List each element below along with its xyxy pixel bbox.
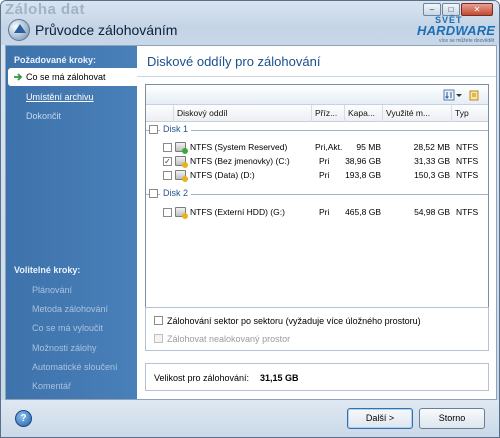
disk-checkbox[interactable] <box>149 189 158 198</box>
header-divider <box>137 76 496 77</box>
step-scheduling[interactable]: Plánování <box>32 285 72 295</box>
partition-flag: Pri <box>319 170 330 180</box>
partition-capacity: 193,8 GB <box>345 170 381 180</box>
backup-wizard-window: Záloha dat Průvodce zálohováním – □ ✕ SV… <box>0 0 500 438</box>
step-exclusions[interactable]: Co se má vyloučit <box>32 323 103 333</box>
partition-type: NTFS <box>456 207 479 217</box>
partition-list: Diskový oddíl Příz... Kapa... Využité m.… <box>145 84 489 340</box>
title-bar: Záloha dat Průvodce zálohováním – □ ✕ SV… <box>1 1 499 45</box>
partition-name: NTFS (System Reserved) <box>190 142 288 152</box>
partition-icon <box>175 170 188 182</box>
next-button[interactable]: Další > <box>347 408 413 429</box>
wizard-content: Požadované kroky: Co se má zálohovat Umí… <box>5 45 497 400</box>
help-icon[interactable]: ? <box>15 410 32 427</box>
page-title: Diskové oddíly pro zálohování <box>147 54 321 69</box>
column-partition[interactable]: Diskový oddíl <box>174 105 312 122</box>
sort-icon[interactable] <box>443 89 455 101</box>
main-panel: Diskové oddíly pro zálohování Diskový od… <box>137 46 496 399</box>
step-label: Co se má zálohovat <box>26 72 106 82</box>
disk-group-label: Disk 2 <box>160 188 192 198</box>
partition-checkbox[interactable]: ✓ <box>163 157 172 166</box>
column-used[interactable]: Využité m... <box>383 105 452 122</box>
step-backup-options[interactable]: Možnosti zálohy <box>32 343 97 353</box>
sector-by-sector-checkbox[interactable] <box>154 316 163 325</box>
disk-group-header: Disk 1 <box>146 124 488 137</box>
step-archive-location[interactable]: Umístění archivu <box>26 92 94 102</box>
partition-icon <box>175 142 188 154</box>
sector-by-sector-label: Zálohování sektor po sektoru (vyžaduje v… <box>167 316 421 326</box>
partition-row[interactable]: NTFS (Data) (D:) Pri 193,8 GB 150,3 GB N… <box>146 169 488 182</box>
partition-checkbox[interactable] <box>163 143 172 152</box>
arrow-right-icon <box>14 73 23 81</box>
partition-capacity: 95 MB <box>356 142 381 152</box>
step-finish[interactable]: Dokončit <box>26 111 61 121</box>
partition-checkbox[interactable] <box>163 171 172 180</box>
unallocated-label: Zálohovat nealokovaný prostor <box>167 334 291 344</box>
partition-capacity: 465,8 GB <box>345 207 381 217</box>
column-capacity[interactable]: Kapa... <box>345 105 383 122</box>
column-select <box>146 105 174 122</box>
disk-group-header: Disk 2 <box>146 188 488 201</box>
partition-flag: Pri <box>319 207 330 217</box>
background-app-title: Záloha dat <box>5 1 86 18</box>
partition-used: 54,98 GB <box>414 207 450 217</box>
partition-type: NTFS <box>456 142 479 152</box>
optional-steps-heading: Volitelné kroky: <box>14 265 81 275</box>
backup-options-box: Zálohování sektor po sektoru (vyžaduje v… <box>145 307 489 351</box>
partition-used: 150,3 GB <box>414 170 450 180</box>
cancel-button[interactable]: Storno <box>419 408 485 429</box>
required-steps-heading: Požadované kroky: <box>14 55 97 65</box>
list-header: Diskový oddíl Příz... Kapa... Využité m.… <box>146 105 488 122</box>
sector-by-sector-option[interactable]: Zálohování sektor po sektoru (vyžaduje v… <box>154 316 421 326</box>
step-comment[interactable]: Komentář <box>32 381 71 391</box>
partition-row[interactable]: ✓ NTFS (Bez jmenovky) (C:) Pri 38,96 GB … <box>146 155 488 168</box>
step-backup-method[interactable]: Metoda zálohování <box>32 304 108 314</box>
partition-checkbox[interactable] <box>163 208 172 217</box>
list-toolbar <box>146 85 488 105</box>
step-what-to-backup[interactable]: Co se má zálohovat <box>8 68 137 86</box>
unallocated-checkbox <box>154 334 163 343</box>
partition-name: NTFS (Externí HDD) (G:) <box>190 207 285 217</box>
partition-flag: Pri,Akt. <box>315 142 343 152</box>
partition-name: NTFS (Data) (D:) <box>190 170 255 180</box>
app-icon <box>8 19 30 41</box>
window-title: Průvodce zálohováním <box>35 22 178 38</box>
watermark-sub: více se můžete dozvědět <box>439 38 495 44</box>
partition-row[interactable]: NTFS (Externí HDD) (G:) Pri 465,8 GB 54,… <box>146 206 488 219</box>
partition-used: 28,52 MB <box>413 142 450 152</box>
watermark-main: HARDWARE <box>417 23 496 38</box>
disk-checkbox[interactable] <box>149 125 158 134</box>
partition-icon <box>175 207 188 219</box>
partition-type: NTFS <box>456 156 479 166</box>
backup-size-label: Velikost pro zálohování: <box>154 373 250 383</box>
backup-size-box: Velikost pro zálohování: 31,15 GB <box>145 363 489 391</box>
partition-flag: Pri <box>319 156 330 166</box>
step-auto-consolidation[interactable]: Automatické sloučení <box>32 362 118 372</box>
partition-capacity: 38,96 GB <box>345 156 381 166</box>
column-type[interactable]: Typ <box>452 105 488 122</box>
watermark-logo: SVĚT HARDWARE více se můžete dozvědět <box>417 15 497 45</box>
footer-bar: ? Další > Storno <box>1 400 499 437</box>
column-flag[interactable]: Příz... <box>312 105 345 122</box>
disk-group-label: Disk 1 <box>160 124 192 134</box>
partition-row[interactable]: NTFS (System Reserved) Pri,Akt. 95 MB 28… <box>146 141 488 154</box>
partition-type: NTFS <box>456 170 479 180</box>
backup-size-value: 31,15 GB <box>260 373 299 383</box>
partition-used: 31,33 GB <box>414 156 450 166</box>
refresh-icon[interactable] <box>468 89 480 101</box>
partition-icon <box>175 156 188 168</box>
partition-name: NTFS (Bez jmenovky) (C:) <box>190 156 290 166</box>
wizard-sidebar: Požadované kroky: Co se má zálohovat Umí… <box>6 46 137 399</box>
unallocated-option: Zálohovat nealokovaný prostor <box>154 334 290 344</box>
chevron-down-icon[interactable] <box>455 89 463 101</box>
